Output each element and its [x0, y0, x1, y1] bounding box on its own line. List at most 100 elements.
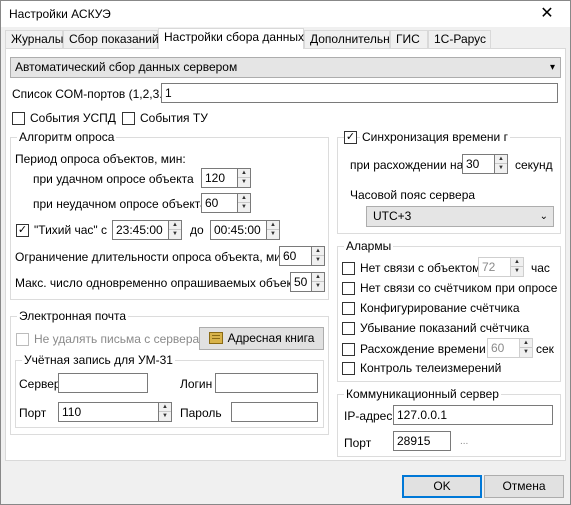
alarm-config-checkbox[interactable] — [342, 302, 355, 315]
quiet-to-label: до — [190, 223, 204, 237]
alarms-group-title: Алармы — [344, 239, 394, 253]
quiet-hour-checkbox[interactable]: ✓ — [16, 224, 29, 237]
time-diff-spin-buttons[interactable]: ▲ ▼ — [494, 154, 508, 174]
alarm-time-diff-unit: сек — [536, 342, 554, 356]
success-period-value: 120 — [201, 168, 237, 188]
ok-button[interactable]: OK — [402, 475, 482, 498]
quiet-from-spin-buttons[interactable]: ▲ ▼ — [168, 220, 182, 240]
close-icon[interactable]: ✕ — [530, 3, 564, 25]
alarm-decrease-label: Убывание показаний счётчика — [360, 321, 530, 335]
chevron-down-icon: ▾ — [549, 62, 555, 73]
tab-panel: Автоматический сбор данных сервером ▾ Сп… — [5, 48, 566, 461]
alarm-time-diff-value: 60 — [487, 338, 519, 358]
alarms-group: Алармы Нет связи с объектом 72 ▲ ▼ час Не… — [337, 239, 561, 382]
collection-mode-select[interactable]: Автоматический сбор данных сервером ▾ — [10, 57, 561, 78]
quiet-to-spin-buttons[interactable]: ▲ ▼ — [266, 220, 280, 240]
period-label: Период опроса объектов, мин: — [15, 152, 186, 166]
alarm-decrease-checkbox[interactable] — [342, 322, 355, 335]
chevron-down-icon: ⌄ — [539, 211, 548, 222]
alarm-telemetry-checkbox[interactable] — [342, 362, 355, 375]
comm-port-ellipsis: ... — [460, 436, 469, 447]
duration-limit-label: Ограничение длительности опроса объекта,… — [15, 250, 288, 264]
fail-period-label: при неудачном опросе объекта — [33, 197, 207, 211]
success-period-spin-buttons[interactable]: ▲ ▼ — [237, 168, 251, 188]
tab-data-collection-settings[interactable]: Настройки сбора данных — [158, 28, 304, 49]
alarm-no-link-spinner[interactable]: 72 ▲ ▼ — [478, 257, 524, 277]
ip-input[interactable]: 127.0.0.1 — [393, 405, 553, 425]
login-label: Логин — [180, 377, 213, 391]
login-input[interactable] — [215, 373, 318, 393]
duration-limit-spin-buttons[interactable]: ▲ ▼ — [311, 246, 325, 266]
events-tu-checkbox[interactable] — [122, 112, 135, 125]
tab-1c-rarus[interactable]: 1С-Рарус — [428, 30, 491, 48]
server-label: Сервер — [19, 377, 61, 391]
timezone-select[interactable]: UTC+3 ⌄ — [366, 206, 554, 227]
tab-additional[interactable]: Дополнительно — [304, 30, 396, 48]
time-sync-label: Синхронизация времени г — [360, 130, 510, 144]
fail-period-spin-buttons[interactable]: ▲ ▼ — [237, 193, 251, 213]
duration-limit-value: 60 — [279, 246, 311, 266]
keep-mail-label: Не удалять письма с сервера — [34, 332, 200, 346]
mail-port-spin-buttons[interactable]: ▲ ▼ — [158, 402, 172, 422]
time-diff-unit: секунд — [515, 158, 553, 172]
alarm-no-meter-checkbox[interactable] — [342, 282, 355, 295]
settings-window: Настройки АСКУЭ ✕ Журналы Сбор показаний… — [0, 0, 571, 505]
time-diff-label: при расхождении на — [350, 158, 464, 172]
cancel-button[interactable]: Отмена — [484, 475, 564, 498]
account-group-title: Учётная запись для УМ-31 — [22, 353, 175, 367]
alarm-no-link-value: 72 — [478, 257, 510, 277]
time-diff-value: 30 — [462, 154, 494, 174]
quiet-from-spinner[interactable]: 23:45:00 ▲ ▼ — [112, 220, 182, 240]
ip-label: IP-адрес — [344, 409, 393, 423]
comm-port-label: Порт — [344, 436, 372, 450]
fail-period-spinner[interactable]: 60 ▲ ▼ — [201, 193, 251, 213]
alarm-no-meter-label: Нет связи со счётчиком при опросе — [360, 281, 558, 295]
events-uspd-checkbox[interactable] — [12, 112, 25, 125]
fail-period-value: 60 — [201, 193, 237, 213]
max-objects-label: Макс. число одновременно опрашиваемых об… — [15, 276, 311, 290]
comm-server-group: Коммуникационный сервер IP-адрес 127.0.0… — [337, 387, 561, 457]
max-objects-spin-buttons[interactable]: ▲ ▼ — [311, 272, 325, 292]
server-input[interactable] — [58, 373, 148, 393]
alarm-no-link-unit: час — [531, 261, 550, 275]
time-sync-group: ✓ Синхронизация времени г при расхождени… — [337, 130, 561, 234]
duration-limit-spinner[interactable]: 60 ▲ ▼ — [279, 246, 325, 266]
mail-port-value: 110 — [58, 402, 158, 422]
account-group: Учётная запись для УМ-31 Сервер Логин По… — [15, 353, 324, 428]
events-tu-label: События ТУ — [140, 111, 208, 125]
alarm-no-link-checkbox[interactable] — [342, 262, 355, 275]
com-ports-input[interactable]: 1 — [161, 83, 558, 103]
title-bar: Настройки АСКУЭ ✕ — [1, 1, 570, 27]
alarm-no-link-label: Нет связи с объектом — [360, 261, 481, 275]
timezone-value: UTC+3 — [373, 209, 412, 223]
tab-readings[interactable]: Сбор показаний — [63, 30, 159, 48]
com-ports-label: Список COM-портов (1,2,3...) — [12, 87, 174, 101]
success-period-spinner[interactable]: 120 ▲ ▼ — [201, 168, 251, 188]
alarm-time-diff-checkbox[interactable] — [342, 343, 355, 356]
quiet-to-value: 00:45:00 — [210, 220, 266, 240]
max-objects-spinner[interactable]: 50 ▲ ▼ — [290, 272, 325, 292]
mail-port-spinner[interactable]: 110 ▲ ▼ — [58, 402, 172, 422]
tab-gis[interactable]: ГИС — [390, 30, 428, 48]
alarm-time-diff-label: Расхождение времени > — [360, 342, 497, 356]
keep-mail-checkbox[interactable] — [16, 333, 29, 346]
time-sync-checkbox[interactable]: ✓ — [344, 131, 357, 144]
email-group: Электронная почта Не удалять письма с се… — [10, 309, 329, 435]
address-book-button[interactable]: Адресная книга — [199, 327, 324, 350]
alarm-time-diff-spinner[interactable]: 60 ▲ ▼ — [487, 338, 533, 358]
quiet-from-value: 23:45:00 — [112, 220, 168, 240]
quiet-to-spinner[interactable]: 00:45:00 ▲ ▼ — [210, 220, 280, 240]
password-label: Пароль — [180, 406, 222, 420]
max-objects-value: 50 — [290, 272, 311, 292]
time-diff-spinner[interactable]: 30 ▲ ▼ — [462, 154, 508, 174]
success-period-label: при удачном опросе объекта — [33, 172, 194, 186]
password-input[interactable] — [231, 402, 318, 422]
comm-port-input[interactable]: 28915 — [393, 431, 451, 451]
alarm-no-link-spin-buttons[interactable]: ▲ ▼ — [510, 257, 524, 277]
window-title: Настройки АСКУЭ — [9, 7, 111, 21]
quiet-hour-label: "Тихий час" с — [34, 223, 108, 237]
events-uspd-label: События УСПД — [30, 111, 116, 125]
alarm-time-diff-spin-buttons[interactable]: ▲ ▼ — [519, 338, 533, 358]
tab-journals[interactable]: Журналы — [5, 30, 63, 48]
alarm-telemetry-label: Контроль телеизмерений — [360, 361, 502, 375]
